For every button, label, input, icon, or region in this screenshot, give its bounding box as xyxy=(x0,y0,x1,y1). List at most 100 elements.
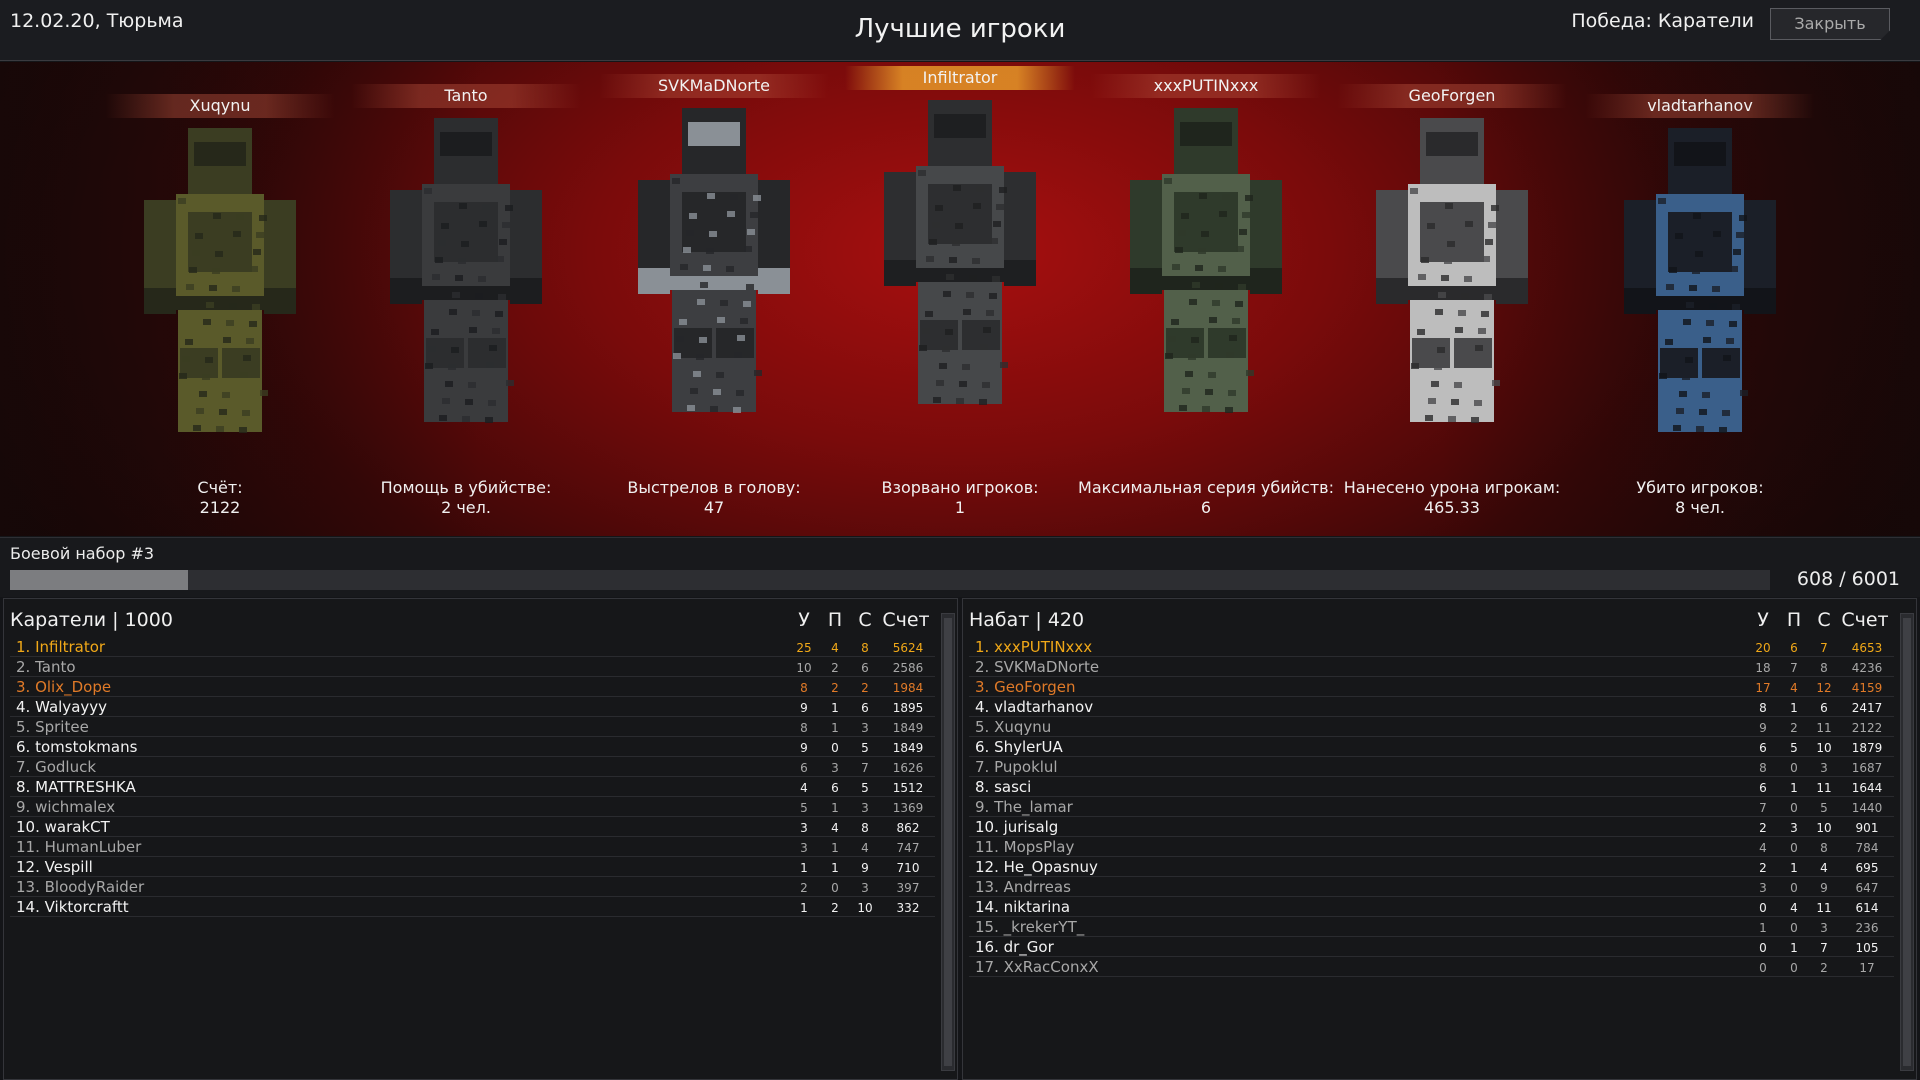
top-player-stat: Помощь в убийстве: 2 чел. xyxy=(336,478,596,518)
top-player-name: Xuqynu xyxy=(105,94,335,118)
table-row[interactable]: 11. MopsPlay 4 0 8 784 xyxy=(969,837,1894,857)
score-cell: 1626 xyxy=(892,761,924,775)
assists-cell: 1 xyxy=(831,861,839,875)
table-row[interactable]: 14. Viktorcraftt 1 2 10 332 xyxy=(10,897,935,917)
deaths-cell: 3 xyxy=(861,881,869,895)
assists-cell: 2 xyxy=(831,681,839,695)
top-player-stat: Счёт: 2122 xyxy=(90,478,350,518)
assists-cell: 1 xyxy=(1790,781,1798,795)
score-cell: 105 xyxy=(1855,941,1879,955)
score-cell: 784 xyxy=(1855,841,1879,855)
score-cell: 4653 xyxy=(1851,641,1883,655)
top-player-name: vladtarhanov xyxy=(1585,94,1815,118)
assists-cell: 4 xyxy=(1790,681,1798,695)
table-row[interactable]: 4. Walyayyy 9 1 6 1895 xyxy=(10,697,935,717)
stat-value: 2 чел. xyxy=(441,498,491,517)
table-row[interactable]: 10. jurisalg 2 3 10 901 xyxy=(969,817,1894,837)
score-cell: 1895 xyxy=(892,701,924,715)
deaths-cell: 10 xyxy=(857,901,873,915)
table-row[interactable]: 13. Andrreas 3 0 9 647 xyxy=(969,877,1894,897)
assists-cell: 6 xyxy=(831,781,839,795)
assists-cell: 2 xyxy=(1790,721,1798,735)
player-name: 8. MATTRESHKA xyxy=(16,778,136,796)
deaths-cell: 6 xyxy=(861,701,869,715)
score-cell: 1849 xyxy=(892,741,924,755)
assists-cell: 4 xyxy=(831,641,839,655)
deaths-cell: 7 xyxy=(1820,941,1828,955)
table-row[interactable]: 7. Godluck 6 3 7 1626 xyxy=(10,757,935,777)
player-skin-figure xyxy=(1130,108,1282,413)
scrollbar[interactable] xyxy=(941,613,955,1071)
score-cell: 1849 xyxy=(892,721,924,735)
victory-label: Победа: Каратели xyxy=(1571,10,1754,32)
stat-value: 2122 xyxy=(199,498,241,517)
top-player-stat: Выстрелов в голову: 47 xyxy=(584,478,844,518)
kills-cell: 6 xyxy=(800,761,808,775)
table-row[interactable]: 5. Xuqynu 9 2 11 2122 xyxy=(969,717,1894,737)
assists-cell: 0 xyxy=(1790,801,1798,815)
top-player-name: SVKMaDNorte xyxy=(599,74,829,98)
assists-cell: 0 xyxy=(1790,921,1798,935)
assists-cell: 2 xyxy=(831,661,839,675)
table-row[interactable]: 9. wichmalex 5 1 3 1369 xyxy=(10,797,935,817)
table-row[interactable]: 9. The_lamar 7 0 5 1440 xyxy=(969,797,1894,817)
table-row[interactable]: 3. Olix_Dope 8 2 2 1984 xyxy=(10,677,935,697)
deaths-cell: 8 xyxy=(861,821,869,835)
table-row[interactable]: 15. _krekerYT_ 1 0 3 236 xyxy=(969,917,1894,937)
score-cell: 1644 xyxy=(1851,781,1883,795)
table-row[interactable]: 4. vladtarhanov 8 1 6 2417 xyxy=(969,697,1894,717)
table-row[interactable]: 12. He_Opasnuy 2 1 4 695 xyxy=(969,857,1894,877)
deaths-cell: 2 xyxy=(1820,961,1828,975)
scrollbar-thumb[interactable] xyxy=(1903,618,1911,1066)
table-row[interactable]: 12. Vespill 1 1 9 710 xyxy=(10,857,935,877)
table-row[interactable]: 7. Pupoklul 8 0 3 1687 xyxy=(969,757,1894,777)
player-name: 10. warakCT xyxy=(16,818,110,836)
score-cell: 2122 xyxy=(1851,721,1883,735)
table-row[interactable]: 17. XxRacConxX 0 0 2 17 xyxy=(969,957,1894,977)
top-player-card: xxxPUTINxxx Максимальная серия убийств: 6 xyxy=(1078,62,1334,536)
kills-cell: 9 xyxy=(1759,721,1767,735)
table-row[interactable]: 8. sasci 6 1 11 1644 xyxy=(969,777,1894,797)
kills-cell: 9 xyxy=(800,701,808,715)
deaths-cell: 4 xyxy=(861,841,869,855)
deaths-cell: 3 xyxy=(1820,761,1828,775)
table-row[interactable]: 2. SVKMaDNorte 18 7 8 4236 xyxy=(969,657,1894,677)
table-row[interactable]: 10. warakCT 3 4 8 862 xyxy=(10,817,935,837)
score-cell: 4159 xyxy=(1851,681,1883,695)
table-row[interactable]: 8. MATTRESHKA 4 6 5 1512 xyxy=(10,777,935,797)
table-row[interactable]: 16. dr_Gor 0 1 7 105 xyxy=(969,937,1894,957)
player-name: 9. The_lamar xyxy=(975,798,1073,816)
player-name: 6. ShylerUA xyxy=(975,738,1063,756)
close-button[interactable]: Закрыть xyxy=(1770,8,1890,40)
deaths-cell: 8 xyxy=(1820,841,1828,855)
kills-cell: 17 xyxy=(1755,681,1771,695)
kills-cell: 4 xyxy=(800,781,808,795)
kit-count: 608 / 6001 xyxy=(1796,568,1900,590)
table-row[interactable]: 1. xxxPUTINxxx 20 6 7 4653 xyxy=(969,637,1894,657)
kills-cell: 8 xyxy=(800,721,808,735)
stat-label: Убито игроков: xyxy=(1636,478,1764,497)
scrollbar[interactable] xyxy=(1900,613,1914,1071)
table-row[interactable]: 2. Tanto 10 2 6 2586 xyxy=(10,657,935,677)
top-player-name: Tanto xyxy=(351,84,581,108)
table-row[interactable]: 3. GeoForgen 17 4 12 4159 xyxy=(969,677,1894,697)
table-row[interactable]: 5. Spritee 8 1 3 1849 xyxy=(10,717,935,737)
assists-cell: 4 xyxy=(1790,901,1798,915)
table-row[interactable]: 6. tomstokmans 9 0 5 1849 xyxy=(10,737,935,757)
table-row[interactable]: 14. niktarina 0 4 11 614 xyxy=(969,897,1894,917)
table-row[interactable]: 11. HumanLuber 3 1 4 747 xyxy=(10,837,935,857)
kills-cell: 1 xyxy=(800,861,808,875)
top-player-name: Infiltrator xyxy=(845,66,1075,90)
top-players-panel: Xuqynu Счёт: 2122 Tanto Помощь в убийстве: 2 … xyxy=(0,62,1920,536)
kit-progress-fill xyxy=(10,570,188,590)
score-cell: 236 xyxy=(1855,921,1879,935)
player-name: 4. vladtarhanov xyxy=(975,698,1094,716)
table-row[interactable]: 6. ShylerUA 6 5 10 1879 xyxy=(969,737,1894,757)
assists-cell: 0 xyxy=(1790,881,1798,895)
table-row[interactable]: 13. BloodyRaider 2 0 3 397 xyxy=(10,877,935,897)
kills-cell: 0 xyxy=(1759,961,1767,975)
table-row[interactable]: 1. Infiltrator 25 4 8 5624 xyxy=(10,637,935,657)
assists-cell: 1 xyxy=(1790,861,1798,875)
player-name: 15. _krekerYT_ xyxy=(975,918,1085,936)
scrollbar-thumb[interactable] xyxy=(944,618,952,1066)
